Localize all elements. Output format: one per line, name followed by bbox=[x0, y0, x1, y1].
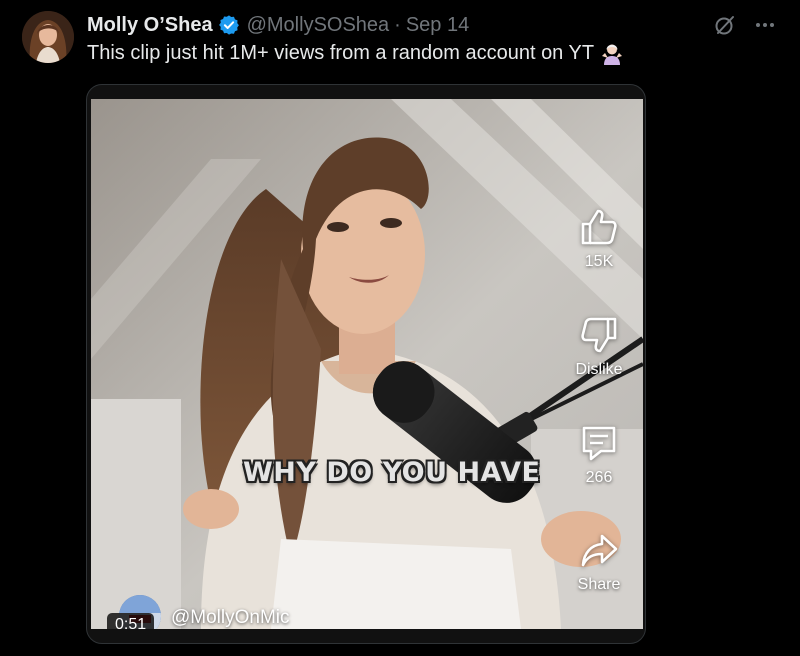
video-caption: WHY DO YOU HAVE bbox=[243, 457, 541, 488]
share-icon bbox=[581, 534, 618, 567]
comment-button[interactable]: 266 bbox=[559, 423, 639, 487]
author-handle[interactable]: @MollySOShea bbox=[247, 14, 390, 37]
comment-icon bbox=[582, 426, 616, 461]
tweet-date[interactable]: Sep 14 bbox=[406, 14, 469, 37]
more-icon[interactable] bbox=[752, 12, 778, 38]
verified-badge-icon[interactable] bbox=[218, 14, 240, 36]
author-avatar[interactable] bbox=[22, 11, 74, 63]
author-name[interactable]: Molly O’Shea bbox=[87, 14, 213, 37]
dislike-label: Dislike bbox=[575, 361, 623, 378]
grok-icon[interactable] bbox=[712, 12, 738, 38]
tweet-text: This clip just hit 1M+ views from a rand… bbox=[87, 40, 624, 66]
like-button[interactable]: 15K bbox=[559, 207, 639, 271]
separator-dot: · bbox=[394, 13, 401, 36]
tweet-header-actions bbox=[712, 12, 778, 38]
tweet-header: Molly O’Shea @MollySOShea · Sep 14 bbox=[87, 12, 469, 38]
tweet: Molly O’Shea @MollySOShea · Sep 14 This … bbox=[0, 0, 800, 656]
woman-shrugging-emoji-icon bbox=[600, 41, 624, 65]
like-count: 15K bbox=[584, 253, 614, 270]
share-button[interactable]: Share bbox=[559, 530, 639, 594]
channel-name[interactable]: @MollyOnMic bbox=[171, 607, 290, 629]
dislike-button[interactable]: Dislike bbox=[559, 315, 639, 379]
thumbs-down-icon bbox=[581, 317, 617, 353]
video-player[interactable]: WHY DO YOU HAVE 15K Dislike 266 Share @M… bbox=[86, 84, 646, 644]
share-label: Share bbox=[577, 576, 621, 593]
video-frame[interactable]: WHY DO YOU HAVE 15K Dislike 266 Share @M… bbox=[91, 99, 643, 629]
comment-count: 266 bbox=[585, 469, 613, 486]
thumbs-up-icon bbox=[581, 209, 617, 245]
tweet-text-content: This clip just hit 1M+ views from a rand… bbox=[87, 42, 595, 64]
video-duration: 0:51 bbox=[107, 613, 155, 629]
